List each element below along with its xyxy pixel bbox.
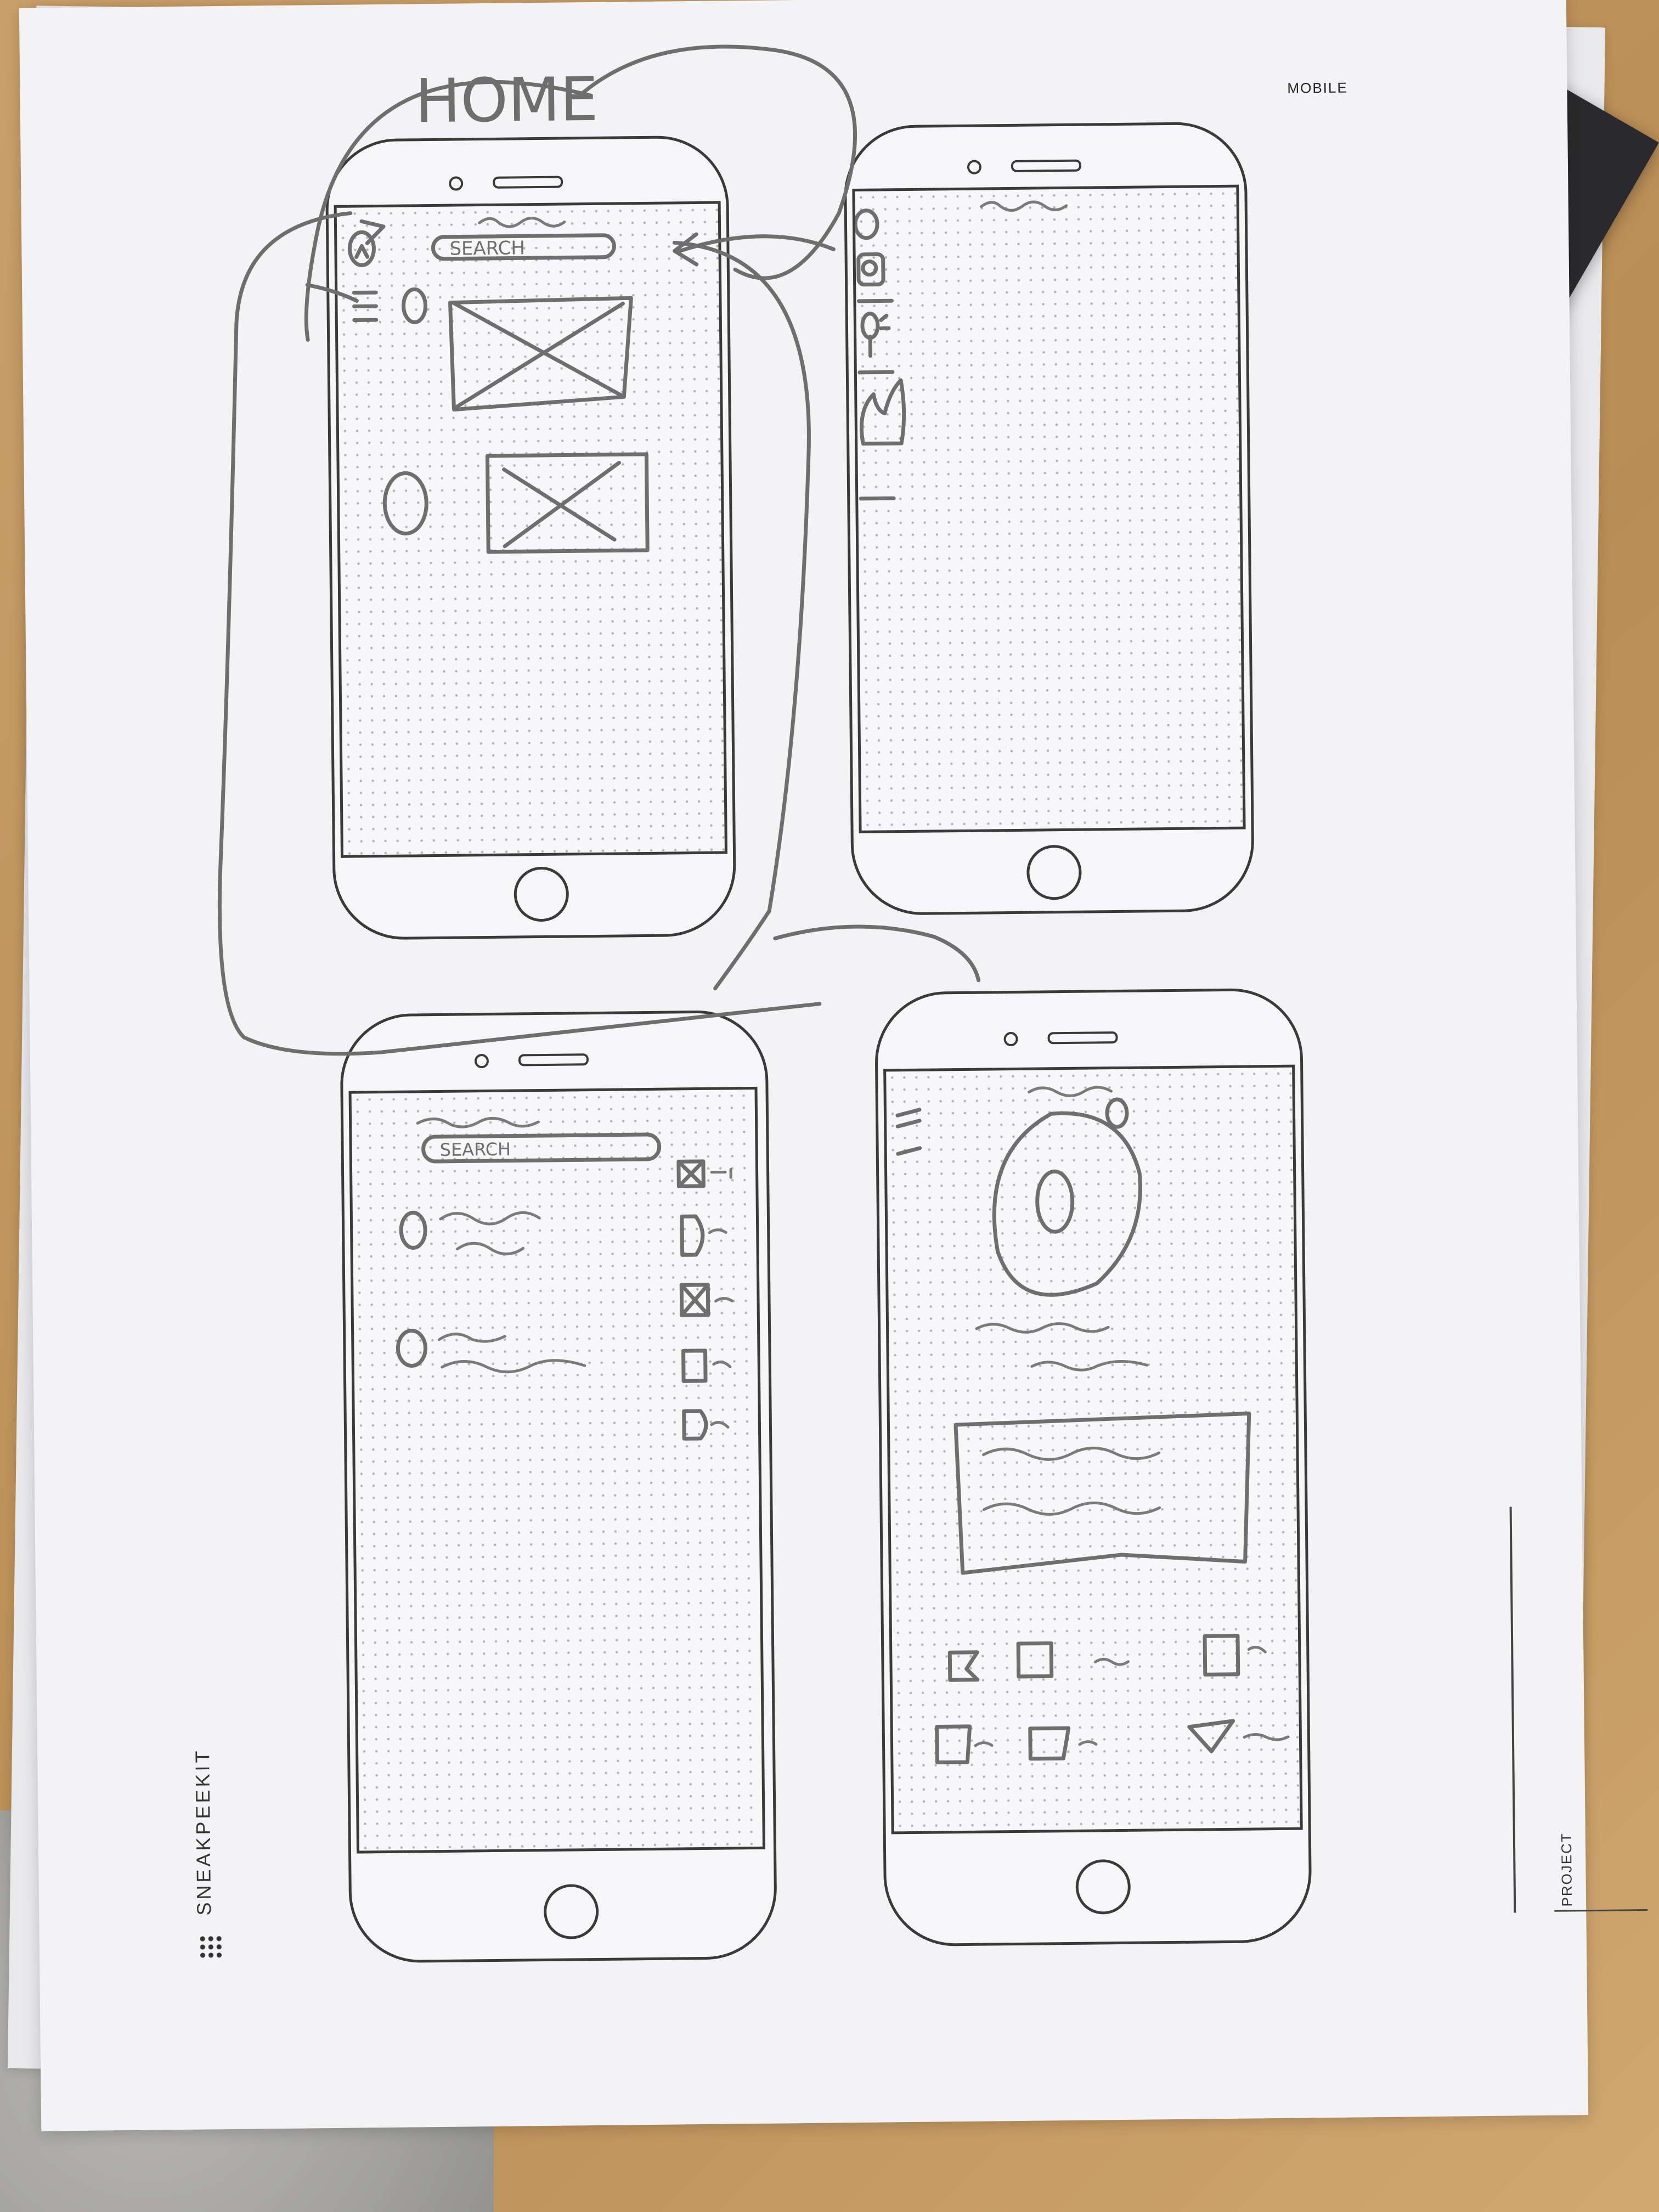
home-title: HOME	[415, 64, 599, 136]
project-label: PROJECT	[1558, 1832, 1576, 1907]
brand-grid-dots-icon	[198, 1934, 224, 1960]
wireframe-sheet: MOBILE SEARCH SEARCH HOME SNEAKPEEKIT PR…	[19, 0, 1648, 2131]
flow-annotation-overlay: HOME	[217, 44, 980, 1056]
brand-label: SNEAKPEEKIT	[191, 1748, 216, 1916]
